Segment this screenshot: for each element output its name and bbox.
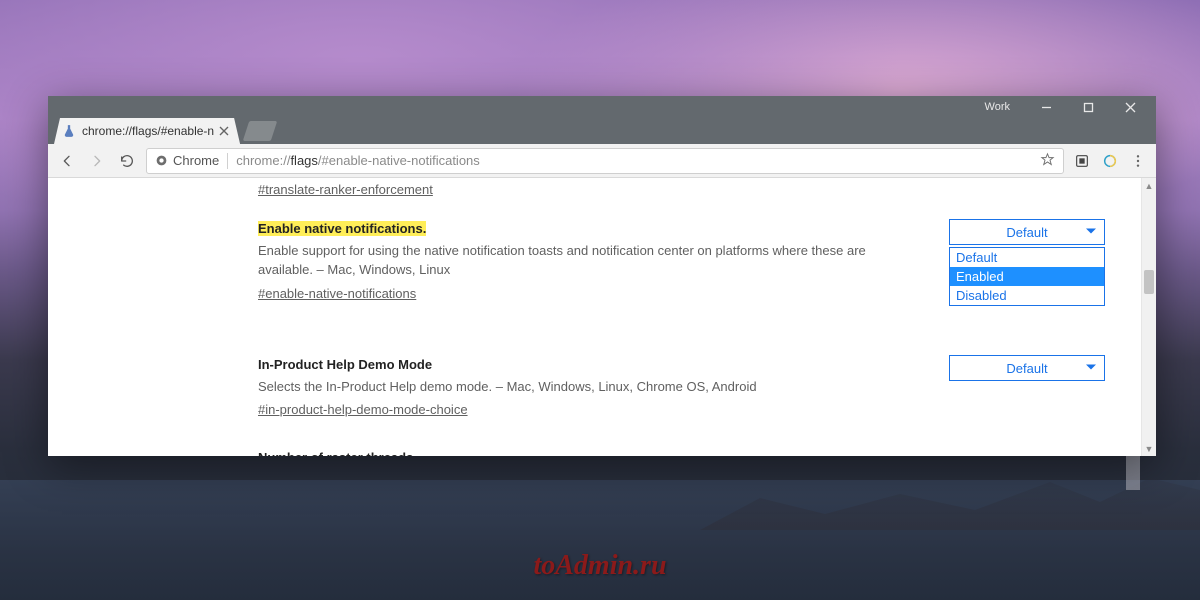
- window-maximize-button[interactable]: [1068, 97, 1108, 117]
- browser-menu-button[interactable]: [1128, 151, 1148, 171]
- bookmark-star-icon[interactable]: [1040, 152, 1055, 170]
- flag-select-iph-demo[interactable]: Default: [949, 355, 1105, 381]
- forward-button[interactable]: [86, 150, 108, 172]
- browser-window: Work chrome://flags/#enable-n: [48, 96, 1156, 456]
- chrome-icon: [155, 154, 168, 167]
- omnibox-divider: [227, 153, 228, 169]
- new-tab-button[interactable]: [243, 121, 277, 141]
- flag-title-raster-threads: Number of raster threads: [258, 450, 413, 457]
- origin-label: Chrome: [173, 153, 219, 168]
- select-value: Default: [1006, 361, 1047, 376]
- flag-desc-native-notifications: Enable support for using the native noti…: [258, 241, 921, 280]
- flag-title-native-notifications: Enable native notifications.: [258, 221, 426, 236]
- flag-anchor-iph-demo[interactable]: #in-product-help-demo-mode-choice: [258, 400, 468, 420]
- flag-row-iph-demo: In-Product Help Demo Mode Selects the In…: [258, 355, 1105, 420]
- tab-strip: chrome://flags/#enable-n: [48, 118, 1156, 144]
- scroll-up-arrow[interactable]: ▲: [1142, 178, 1156, 193]
- browser-tab[interactable]: chrome://flags/#enable-n: [54, 118, 240, 144]
- option-disabled[interactable]: Disabled: [950, 286, 1104, 305]
- vertical-scrollbar[interactable]: ▲ ▼: [1141, 178, 1156, 456]
- flag-row-translate-ranker: should be triggered in a given context. …: [258, 178, 1105, 199]
- reload-button[interactable]: [116, 150, 138, 172]
- flag-select-native-notifications[interactable]: Default: [949, 219, 1105, 245]
- flag-desc-iph-demo: Selects the In-Product Help demo mode. –…: [258, 377, 921, 397]
- select-value: Default: [1006, 225, 1047, 240]
- window-titlebar[interactable]: Work: [48, 96, 1156, 118]
- workspace-label: Work: [985, 101, 1010, 113]
- tab-title: chrome://flags/#enable-n: [82, 124, 214, 138]
- flag-anchor-native-notifications[interactable]: #enable-native-notifications: [258, 284, 416, 304]
- site-info-chip[interactable]: Chrome: [155, 153, 219, 168]
- option-default[interactable]: Default: [950, 248, 1104, 267]
- flag-dropdown-native-notifications: Default Enabled Disabled: [949, 247, 1105, 306]
- flag-row-raster-threads: Number of raster threads: [258, 448, 1105, 457]
- watermark-text: toAdmin.ru: [533, 552, 666, 580]
- back-button[interactable]: [56, 150, 78, 172]
- tab-close-button[interactable]: [218, 125, 230, 137]
- window-close-button[interactable]: [1110, 97, 1150, 117]
- flag-row-native-notifications: Enable native notifications. Enable supp…: [258, 219, 1105, 303]
- flags-page[interactable]: should be triggered in a given context. …: [48, 178, 1141, 456]
- scroll-down-arrow[interactable]: ▼: [1142, 441, 1156, 456]
- extension-icon-1[interactable]: [1072, 151, 1092, 171]
- browser-toolbar: Chrome chrome://flags/#enable-native-not…: [48, 144, 1156, 178]
- desktop-wallpaper: toAdmin.ru Work chrome://flags/#enable-n: [0, 0, 1200, 600]
- flask-icon: [62, 124, 76, 138]
- window-minimize-button[interactable]: [1026, 97, 1066, 117]
- page-content-area: should be triggered in a given context. …: [48, 178, 1156, 456]
- url-text: chrome://flags/#enable-native-notificati…: [236, 153, 1040, 168]
- flag-title-iph-demo: In-Product Help Demo Mode: [258, 357, 432, 372]
- address-bar[interactable]: Chrome chrome://flags/#enable-native-not…: [146, 148, 1064, 174]
- extension-icon-2[interactable]: [1100, 151, 1120, 171]
- scroll-thumb[interactable]: [1144, 270, 1154, 294]
- option-enabled[interactable]: Enabled: [950, 267, 1104, 286]
- flag-anchor-translate-ranker[interactable]: #translate-ranker-enforcement: [258, 180, 433, 200]
